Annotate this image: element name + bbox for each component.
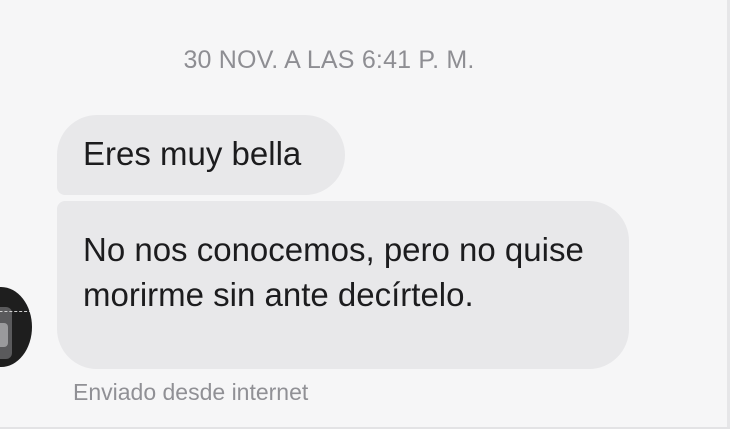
chat-screen: 30 NOV. A LAS 6:41 P. M. Eres muy bella …	[0, 0, 730, 440]
sent-from-note: Enviado desde internet	[73, 379, 309, 405]
avatar-photo-line	[0, 311, 32, 312]
message-bubble[interactable]: No nos conocemos, pero no quise morirme …	[57, 201, 629, 369]
message-timestamp: 30 NOV. A LAS 6:41 P. M.	[183, 46, 475, 74]
avatar-photo-highlight	[0, 323, 8, 347]
message-bubble[interactable]: Eres muy bella	[57, 115, 345, 195]
composer-area	[0, 429, 730, 440]
sender-avatar[interactable]	[0, 287, 32, 367]
